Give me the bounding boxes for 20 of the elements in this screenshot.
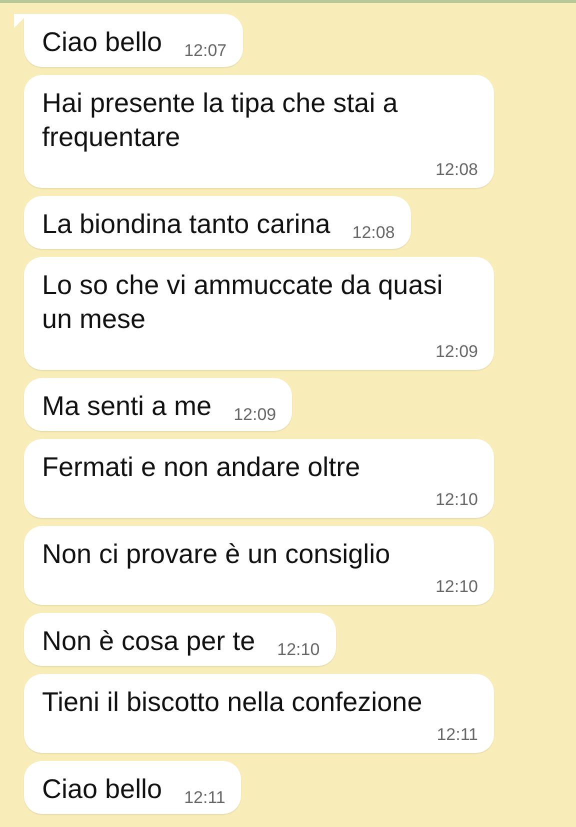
message-time: 12:10 bbox=[435, 577, 478, 597]
message-text: Non è cosa per te bbox=[42, 625, 256, 658]
message-text: La biondina tanto carina bbox=[42, 208, 330, 241]
message-time: 12:10 bbox=[277, 640, 320, 660]
message-text: Non ci provare è un consiglio bbox=[42, 538, 392, 571]
message-time: 12:09 bbox=[435, 342, 478, 362]
message-time: 12:11 bbox=[184, 788, 226, 808]
message-time: 12:08 bbox=[352, 223, 395, 243]
message-time: 12:10 bbox=[435, 490, 478, 510]
message-time: 12:09 bbox=[234, 405, 276, 425]
message-text: Ma senti a me bbox=[42, 390, 212, 423]
message-text: Ciao bello bbox=[42, 26, 162, 59]
message-time: 12:08 bbox=[435, 160, 478, 180]
message-text: Lo so che vi ammuccate da quasi un mese bbox=[42, 269, 444, 336]
message-time: 12:07 bbox=[184, 41, 227, 61]
message-text: Fermati e non andare oltre bbox=[42, 451, 362, 484]
message-text: Hai presente la tipa che stai a frequentare bbox=[42, 87, 399, 154]
message-text: Tieni il biscotto nella confezione bbox=[42, 686, 424, 719]
message-text: Ciao bello bbox=[42, 773, 162, 806]
message-time: 12:11 bbox=[436, 725, 478, 745]
